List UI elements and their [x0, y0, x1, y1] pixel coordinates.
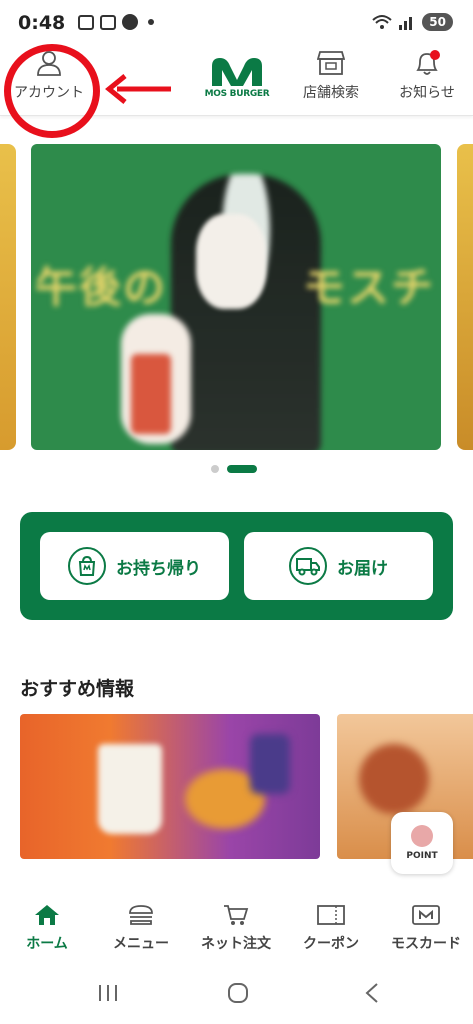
logo-text: MOS BURGER	[204, 89, 270, 99]
status-bar: 0:48 50	[0, 0, 473, 44]
mos-burger-logo[interactable]: MOS BURGER	[204, 56, 270, 99]
promo-image	[250, 734, 290, 794]
notifications-button[interactable]: お知らせ	[394, 50, 460, 102]
store-icon	[317, 51, 345, 75]
burger-image	[359, 744, 429, 814]
bell-icon	[416, 50, 440, 75]
annotation-circle	[4, 44, 100, 138]
nav-mos-card-label: モスカード	[391, 936, 461, 952]
signal-icon	[399, 17, 413, 30]
banner-face-image	[196, 214, 266, 309]
drink-image	[98, 744, 162, 834]
order-type-panel: お持ち帰り お届け	[20, 512, 453, 620]
card-icon	[412, 905, 440, 925]
cart-icon	[224, 905, 249, 925]
screenshot-icon	[78, 14, 94, 30]
delivery-label: お届け	[337, 558, 388, 579]
store-search-label: 店舗検索	[303, 85, 359, 101]
carousel-indicator	[211, 465, 257, 473]
more-notifications-icon	[148, 19, 154, 25]
carousel-current-slide[interactable]: 午後の モスチ	[31, 144, 441, 450]
notifications-label: お知らせ	[399, 85, 455, 101]
battery-indicator: 50	[422, 13, 453, 31]
nav-menu-label: メニュー	[113, 936, 169, 952]
coupon-icon	[317, 905, 345, 925]
recent-apps-icon[interactable]	[97, 982, 119, 1004]
nav-home[interactable]: ホーム	[0, 904, 94, 953]
recommend-card[interactable]	[20, 714, 320, 859]
notification-icons	[78, 14, 154, 30]
line-icon	[122, 14, 138, 30]
nav-coupon-label: クーポン	[303, 936, 359, 952]
nav-mos-card[interactable]: モスカード	[379, 904, 473, 953]
carousel-dot-active[interactable]	[227, 465, 257, 473]
carousel-next-slide[interactable]	[457, 144, 473, 450]
home-system-icon[interactable]	[227, 982, 249, 1004]
takeout-bag-icon	[68, 547, 106, 585]
home-icon	[35, 905, 59, 925]
mos-logo-icon	[212, 58, 262, 86]
banner-cup-image	[131, 354, 171, 434]
status-time: 0:48	[18, 12, 66, 34]
mail-icon	[100, 14, 116, 30]
bottom-navigation: ホーム メニュー ネット注文 クーポン モスカード	[0, 892, 473, 968]
back-icon[interactable]	[362, 982, 384, 1004]
banner-text-right: モスチ	[303, 263, 436, 312]
banner-text-left: 午後の	[35, 263, 168, 312]
system-icons: 50	[372, 13, 453, 31]
takeout-button[interactable]: お持ち帰り	[40, 532, 229, 600]
promo-carousel[interactable]: 午後の モスチ	[0, 140, 473, 455]
heart-icon	[411, 825, 433, 847]
nav-online-order-label: ネット注文	[201, 936, 271, 952]
store-search-button[interactable]: 店舗検索	[298, 50, 364, 102]
carousel-dot[interactable]	[211, 465, 219, 473]
nav-home-label: ホーム	[26, 936, 68, 952]
burger-icon	[129, 905, 153, 925]
takeout-label: お持ち帰り	[116, 558, 201, 579]
recommend-title: おすすめ情報	[20, 678, 135, 700]
nav-online-order[interactable]: ネット注文	[189, 904, 283, 953]
wifi-icon	[372, 15, 392, 29]
nav-menu[interactable]: メニュー	[94, 904, 188, 953]
nav-coupon[interactable]: クーポン	[284, 904, 378, 953]
delivery-button[interactable]: お届け	[244, 532, 433, 600]
annotation-arrow-icon	[105, 74, 171, 104]
system-navigation-bar	[0, 968, 473, 1024]
carousel-prev-slide[interactable]	[0, 144, 16, 450]
point-button[interactable]: POINT	[391, 812, 453, 874]
delivery-truck-icon	[289, 547, 327, 585]
point-label: POINT	[406, 851, 438, 861]
